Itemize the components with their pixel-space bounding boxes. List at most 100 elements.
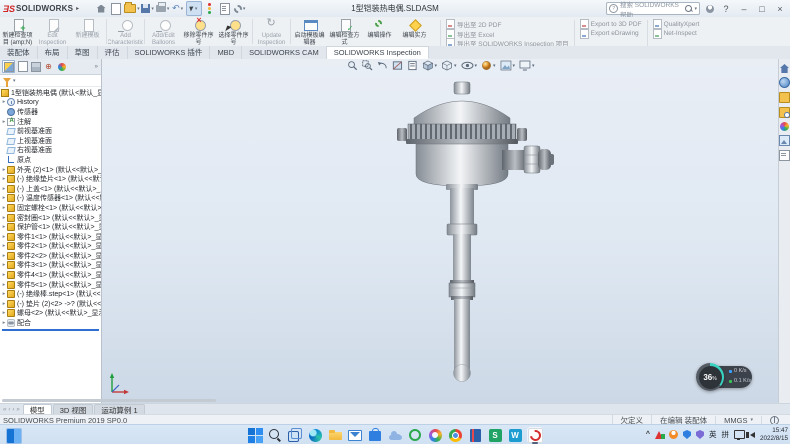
graphics-viewport[interactable]: ▾ ▾ ▾ ▾ ▾ ▾ [102, 59, 779, 403]
volume-icon[interactable] [750, 432, 755, 438]
zoom-to-fit-button[interactable] [346, 60, 357, 71]
tree-item-history[interactable]: ▸History [0, 98, 101, 108]
home-icon[interactable] [780, 64, 789, 73]
performance-widget[interactable]: 0 K/s 0.1 K/s 36% [696, 362, 752, 392]
chevron-down-icon[interactable]: ▾ [694, 6, 697, 12]
export-edrawing-item[interactable]: Export eDrawing [580, 30, 642, 38]
edge-browser-icon[interactable] [307, 427, 323, 443]
edit-appearance-button[interactable]: ▾ [481, 60, 496, 71]
solidworks-taskbar-icon[interactable] [527, 427, 543, 443]
featuremanager-tab[interactable] [2, 60, 15, 73]
tree-item-component[interactable]: ▸(-) 上盖<1> (默认<<默认>_显示状 [0, 184, 101, 194]
tree-item-origin[interactable]: 原点 [0, 155, 101, 165]
tree-item-front-plane[interactable]: 前视基准面 [0, 126, 101, 136]
menu-flyout-icon[interactable]: ▸ [76, 5, 79, 12]
knurled-ring[interactable] [408, 124, 516, 140]
tree-item-component[interactable]: ▸零件1<1> (默认<<默认>_显示状态 [0, 232, 101, 242]
export-excel-item[interactable]: 导出至 Excel [446, 30, 569, 38]
search-icon[interactable] [685, 5, 692, 12]
mail-icon[interactable] [347, 427, 363, 443]
rebuild-button[interactable] [203, 2, 217, 15]
view-settings-button[interactable]: ▾ [519, 60, 535, 71]
tree-item-component[interactable]: ▸密封圈<1> (默认<<默认>_显示状 [0, 213, 101, 223]
section-view-button[interactable] [391, 60, 402, 71]
tree-item-component[interactable]: ▸螺母<2> (默认<<默认>_显示状态 [0, 309, 101, 319]
file-explorer-icon[interactable] [779, 107, 790, 118]
scroll-right-icon[interactable]: › [12, 407, 14, 413]
ribbon-button-select-balloons[interactable]: 选择零件序号 [216, 17, 251, 46]
left-bolt[interactable] [397, 128, 407, 141]
ribbon-button-add-characteristic[interactable]: Add Characteristic [108, 17, 143, 46]
tab-mbd[interactable]: MBD [210, 46, 242, 59]
tree-item-component[interactable]: ▸零件5<1> (默认<<默认>_显示状态 [0, 280, 101, 290]
ribbon-button-add-edit-balloons[interactable]: Add/Edit Balloons [146, 17, 181, 46]
previous-view-button[interactable] [376, 60, 387, 71]
open-button[interactable]: ▾ [124, 2, 140, 15]
view-orientation-button[interactable]: ▾ [421, 60, 437, 71]
clock[interactable]: 15:47 2022/8/15 [760, 427, 788, 442]
security-blue-tray-icon[interactable] [683, 430, 691, 439]
help-menu-button[interactable]: ? [720, 4, 732, 14]
tree-item-component[interactable]: ▸(-) 绝缘垫片<1> (默认<<默认>_显 [0, 174, 101, 184]
onedrive-icon[interactable] [387, 427, 403, 443]
filter-funnel-icon[interactable] [3, 78, 11, 83]
tab-sketch[interactable]: 草图 [68, 46, 98, 59]
minimize-button[interactable]: – [738, 4, 750, 14]
s-green-app-icon[interactable] [487, 427, 503, 443]
panel-overflow-chevrons[interactable]: » [95, 64, 99, 70]
tab-solidworks-cam[interactable]: SOLIDWORKS CAM [242, 46, 327, 59]
right-bolt[interactable] [517, 128, 527, 141]
export-3d-pdf-item[interactable]: Export to 3D PDF [580, 20, 642, 28]
hide-show-items-button[interactable]: ▾ [460, 60, 477, 71]
top-nut[interactable] [454, 82, 470, 94]
widgets-icon[interactable] [6, 428, 22, 444]
tree-item-component[interactable]: ▸零件3<1> (默认<<默认>_显示状 [0, 261, 101, 271]
help-search-box[interactable]: ? 搜索 SOLIDWORKS 帮助 ▾ [606, 2, 700, 15]
head-body[interactable] [416, 144, 508, 186]
horizontal-scrollbar[interactable] [2, 399, 216, 402]
tab-addins[interactable]: SOLIDWORKS 插件 [128, 46, 211, 59]
tree-item-component[interactable]: ▸(-) 绝缘棒.step<1> (默认<<默认>_ [0, 289, 101, 299]
collar[interactable] [447, 224, 477, 235]
ime-pinyin-indicator[interactable]: 拼 [721, 429, 729, 440]
wps-app-icon[interactable] [507, 427, 523, 443]
tree-root-assembly[interactable]: 1型铠装热电偶 (默认<默认_显示状态-1 [0, 88, 101, 98]
custom-properties-icon[interactable] [779, 150, 790, 161]
annotation-views-button[interactable] [406, 60, 417, 71]
cap-lip[interactable] [406, 139, 518, 144]
design-library-icon[interactable] [779, 92, 790, 103]
qualityxpert-item[interactable]: QualityXpert [653, 20, 700, 28]
network-monitor-icon[interactable] [734, 430, 745, 439]
security-purple-tray-icon[interactable] [696, 430, 704, 439]
apply-scene-button[interactable]: ▾ [500, 60, 516, 71]
ribbon-button-launch-template-editor[interactable]: 启动模板编辑器 [292, 17, 327, 46]
home-button[interactable] [94, 2, 108, 15]
gpu-tray-icon[interactable] [655, 430, 664, 439]
tree-item-component[interactable]: ▸零件2<1> (默认<<默认>_显示状 [0, 242, 101, 252]
head-dome-cap[interactable] [414, 101, 510, 126]
search-icon[interactable] [267, 427, 283, 443]
ime-language-indicator[interactable]: 英 [709, 429, 717, 440]
view-palette-icon[interactable] [779, 135, 790, 146]
save-button[interactable]: ▾ [141, 2, 155, 15]
options-button[interactable]: ▾ [233, 2, 247, 15]
ribbon-button-update-inspection-project[interactable]: Update Inspection Project [254, 17, 289, 46]
tab-solidworks-inspection[interactable]: SOLIDWORKS Inspection [327, 46, 429, 59]
tree-item-annotations[interactable]: ▸注解 [0, 117, 101, 127]
tab-layout[interactable]: 布局 [38, 46, 68, 59]
gland-hex-nut[interactable] [524, 146, 540, 173]
ribbon-button-edit-inspection-methods[interactable]: 编辑检查方式 [327, 17, 362, 46]
file-explorer-icon[interactable] [327, 427, 343, 443]
select-tool-button[interactable]: ▾ [186, 1, 202, 16]
dimxpertmanager-tab[interactable]: ⊕ [43, 61, 54, 72]
print-button[interactable]: ▾ [156, 2, 170, 15]
union-fitting[interactable] [449, 283, 475, 297]
tray-expand-chevron[interactable]: ^ [646, 431, 650, 438]
displaymanager-tab[interactable] [56, 61, 67, 72]
propertymanager-tab[interactable] [17, 61, 28, 72]
probe-tip[interactable] [454, 365, 471, 382]
tree-item-right-plane[interactable]: 右视基准面 [0, 146, 101, 156]
upper-protection-tube[interactable] [453, 234, 471, 282]
ribbon-button-new-inspection-project[interactable]: 新建检查项目 (amp;N) [0, 17, 35, 46]
lower-protection-tube[interactable] [454, 299, 470, 369]
